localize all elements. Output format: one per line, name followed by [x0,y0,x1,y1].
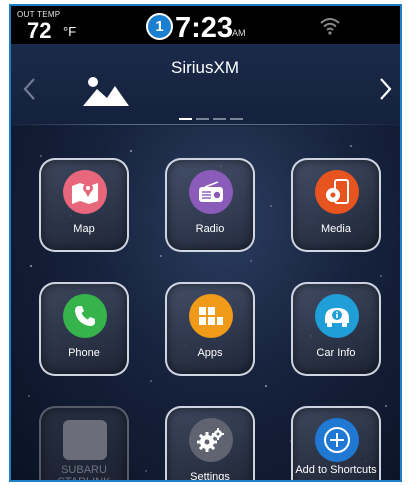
source-title: SiriusXM [171,58,240,77]
starlink-square-icon [63,420,107,460]
chevron-right-icon[interactable] [376,76,394,102]
gears-icon [197,428,224,452]
clock-time: 7:23 [175,12,234,44]
banner-divider [11,124,400,125]
clock-ampm: AM [232,28,246,38]
tile-subaru-starlink[interactable]: SUBARU STARLINK [39,406,129,482]
image-placeholder-icon [83,77,129,106]
apps-grid-icon [199,307,223,325]
tile-icon-bg [189,170,233,214]
page-dot [196,118,209,120]
media-device-icon [326,179,349,204]
plus-circle-icon [324,427,350,453]
head-unit-screen: OUT TEMP 72 °F 1 7:23 AM SiriusXM Map Ra… [9,4,402,482]
tile-radio[interactable]: Radio [165,158,255,252]
temperature-unit: °F [63,24,77,39]
tile-map[interactable]: Map [39,158,129,252]
page-dot [179,118,192,120]
tile-icon-bg [315,294,359,338]
car-info-icon [325,308,349,327]
map-pin-icon [72,183,98,204]
tile-label: Phone [68,347,100,359]
tile-icon-bg [63,170,107,214]
tile-label: Settings [190,471,230,482]
tile-apps[interactable]: Apps [165,282,255,376]
phone-icon [75,306,95,326]
chevron-left-icon[interactable] [21,76,39,102]
tile-icon-bg [189,418,233,462]
page-dot [213,118,226,120]
tile-label: Car Info [316,347,356,359]
tile-label: Add to Shortcuts [295,464,377,476]
tile-label: Apps [197,347,223,359]
status-bar: OUT TEMP 72 °F 1 7:23 AM [11,6,400,44]
wifi-icon [320,18,340,35]
callout-badge: 1 [146,13,173,40]
outside-temperature: 72 [27,18,52,43]
tile-label: Media [321,223,351,235]
tile-label: SUBARU STARLINK [57,464,111,482]
tile-label: Radio [195,223,225,235]
tile-label: Map [73,223,95,235]
tile-icon-bg [315,170,359,214]
tile-phone[interactable]: Phone [39,282,129,376]
tile-media[interactable]: Media [291,158,381,252]
tile-icon-bg [63,294,107,338]
tile-icon-bg [189,294,233,338]
tile-add-to-shortcuts[interactable]: Add to Shortcuts [291,406,381,480]
page-dot [230,118,243,120]
tile-settings[interactable]: Settings [165,406,255,482]
page-indicator [179,118,243,120]
tile-car-info[interactable]: Car Info [291,282,381,376]
tile-icon-bg [315,418,359,462]
audio-source-banner[interactable]: SiriusXM [11,44,400,126]
radio-icon [199,181,223,202]
